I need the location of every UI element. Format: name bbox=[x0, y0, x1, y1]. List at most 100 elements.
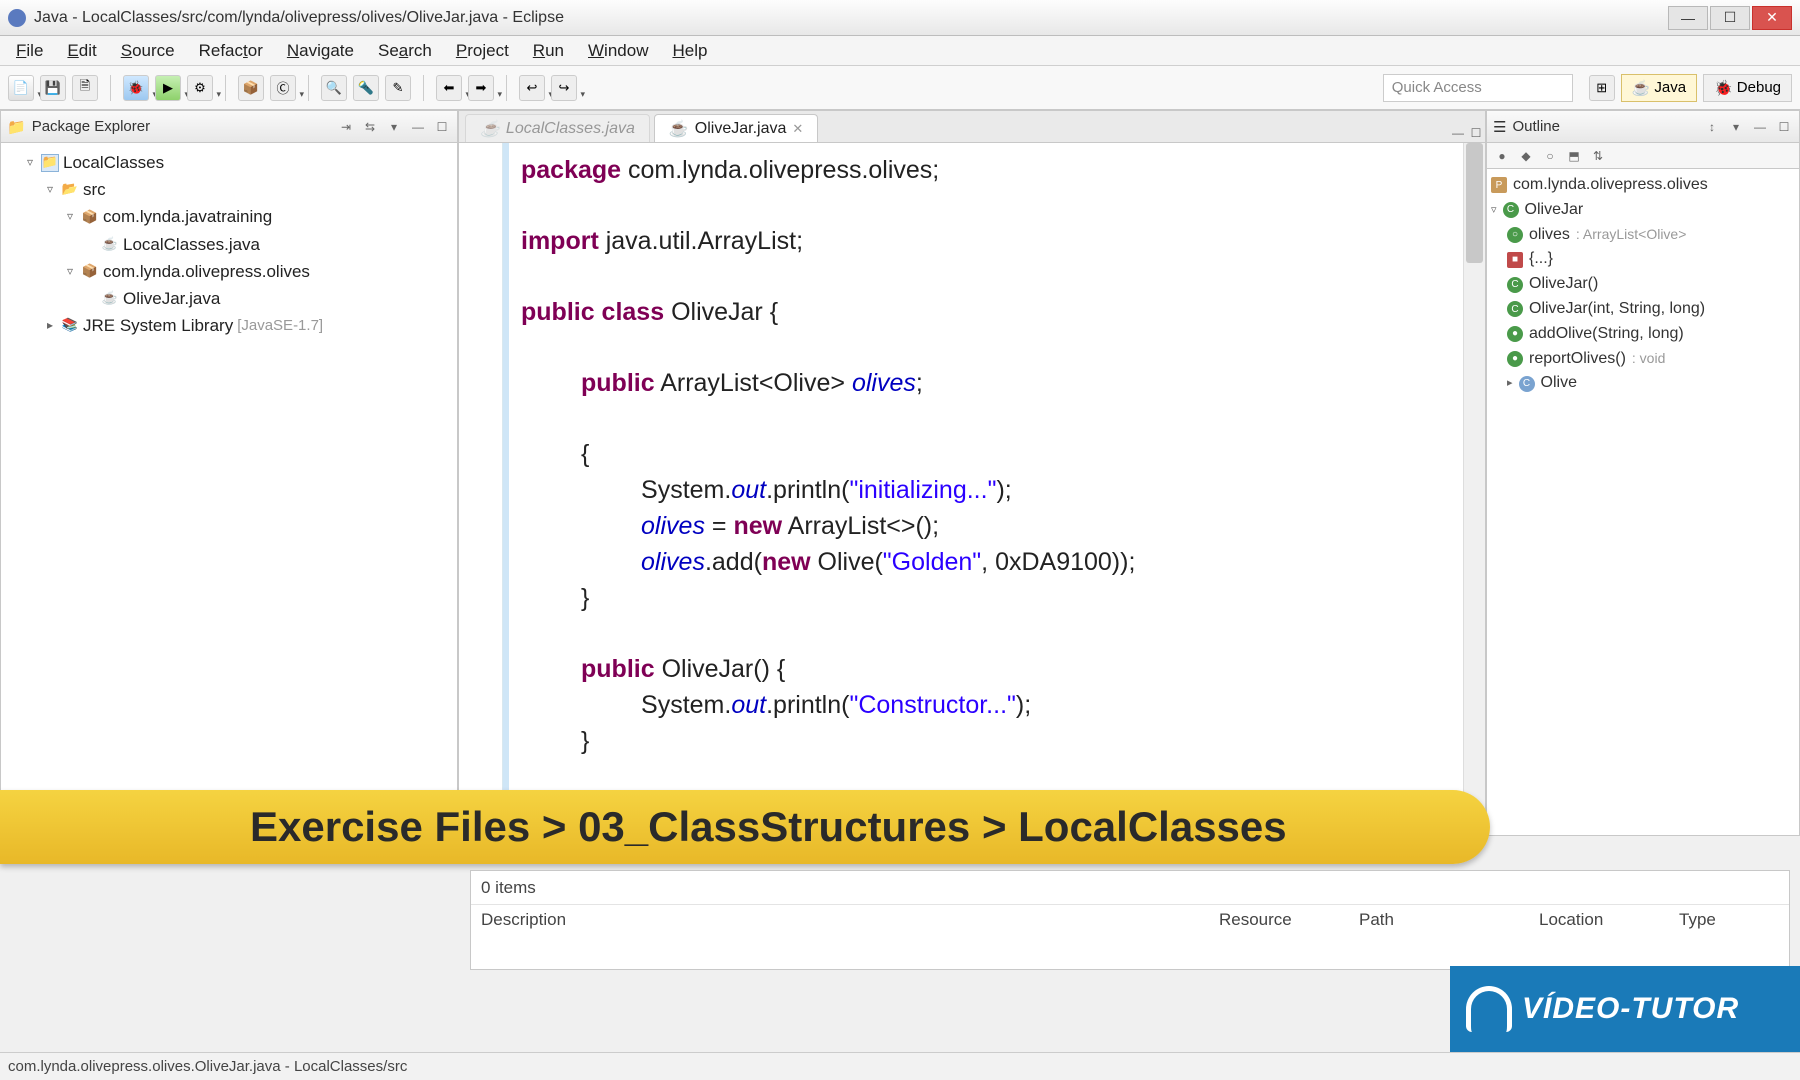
filter-public-icon[interactable]: ○ bbox=[1541, 147, 1559, 165]
filter-local-icon[interactable]: ⬒ bbox=[1565, 147, 1583, 165]
menu-search[interactable]: Search bbox=[368, 37, 442, 65]
menu-source[interactable]: Source bbox=[111, 37, 185, 65]
filter-fields-icon[interactable]: ● bbox=[1493, 147, 1511, 165]
next-annotation-button[interactable]: ↪ bbox=[551, 75, 577, 101]
change-marker bbox=[503, 143, 509, 835]
outline-package[interactable]: Pcom.lynda.olivepress.olives bbox=[1491, 173, 1795, 198]
status-text: com.lynda.olivepress.olives.OliveJar.jav… bbox=[8, 1058, 407, 1075]
package-tree: ▿📁LocalClasses ▿📂src ▿📦com.lynda.javatra… bbox=[1, 143, 457, 835]
col-description[interactable]: Description bbox=[471, 910, 1209, 930]
run-button[interactable]: ▶ bbox=[155, 75, 181, 101]
nav-back-button[interactable]: ⬅ bbox=[436, 75, 462, 101]
minimize-view-icon[interactable]: — bbox=[409, 118, 427, 136]
package-node-2[interactable]: ▿📦com.lynda.olivepress.olives bbox=[5, 258, 453, 285]
editor-tabs: ☕ LocalClasses.java ☕ OliveJar.java ✕ — … bbox=[459, 111, 1485, 143]
open-type-button[interactable]: 🔍 bbox=[321, 75, 347, 101]
maximize-button[interactable]: ☐ bbox=[1710, 6, 1750, 30]
col-resource[interactable]: Resource bbox=[1209, 910, 1349, 930]
lock-icon bbox=[1466, 986, 1512, 1032]
package-node-1[interactable]: ▿📦com.lynda.javatraining bbox=[5, 203, 453, 230]
collapse-all-icon[interactable]: ⇥ bbox=[337, 118, 355, 136]
search-button[interactable]: 🔦 bbox=[353, 75, 379, 101]
package-explorer-title: Package Explorer bbox=[32, 118, 150, 135]
menu-file[interactable]: FFileile bbox=[6, 37, 53, 65]
menu-window[interactable]: Window bbox=[578, 37, 658, 65]
view-menu-icon[interactable]: ▾ bbox=[385, 118, 403, 136]
toggle-mark-button[interactable]: ✎ bbox=[385, 75, 411, 101]
video-watermark: VÍDEO-TUTOR bbox=[1450, 966, 1800, 1052]
outline-constructor-1[interactable]: COliveJar() bbox=[1491, 272, 1795, 297]
outline-method-2[interactable]: ●reportOlives(): void bbox=[1491, 347, 1795, 372]
window-titlebar: Java - LocalClasses/src/com/lynda/olivep… bbox=[0, 0, 1800, 36]
outline-menu-icon[interactable]: ▾ bbox=[1727, 118, 1745, 136]
outline-class[interactable]: ▿COliveJar bbox=[1491, 198, 1795, 223]
problems-columns: Description Resource Path Location Type bbox=[471, 905, 1789, 935]
outline-sort-icon[interactable]: ↕ bbox=[1703, 118, 1721, 136]
close-tab-icon[interactable]: ✕ bbox=[792, 121, 803, 137]
problems-panel: 0 items Description Resource Path Locati… bbox=[470, 870, 1790, 970]
editor-minimize-icon[interactable]: — bbox=[1449, 124, 1467, 142]
nav-forward-button[interactable]: ➡ bbox=[468, 75, 494, 101]
window-title: Java - LocalClasses/src/com/lynda/olivep… bbox=[34, 9, 564, 27]
perspective-java[interactable]: ☕ Java bbox=[1621, 74, 1697, 102]
new-class-button[interactable]: Ⓒ bbox=[270, 75, 296, 101]
last-edit-button[interactable]: ↩ bbox=[519, 75, 545, 101]
external-tools-button[interactable]: ⚙ bbox=[187, 75, 213, 101]
minimize-button[interactable]: — bbox=[1668, 6, 1708, 30]
status-bar: com.lynda.olivepress.olives.OliveJar.jav… bbox=[0, 1052, 1800, 1080]
menu-edit[interactable]: Edit bbox=[57, 37, 106, 65]
code-editor[interactable]: package com.lynda.olivepress.olives; imp… bbox=[459, 143, 1485, 835]
project-node[interactable]: ▿📁LocalClasses bbox=[5, 149, 453, 176]
java-file-node-2[interactable]: ☕OliveJar.java bbox=[5, 285, 453, 312]
outline-constructor-2[interactable]: COliveJar(int, String, long) bbox=[1491, 297, 1795, 322]
perspective-debug[interactable]: 🐞 Debug bbox=[1703, 74, 1792, 102]
banner-text: Exercise Files > 03_ClassStructures > Lo… bbox=[250, 803, 1287, 851]
problems-count: 0 items bbox=[471, 871, 1789, 905]
outline-panel: ☰ Outline ↕ ▾ — ☐ ● ◆ ○ ⬒ ⇅ Pcom.lynda.o… bbox=[1486, 110, 1800, 836]
open-perspective-button[interactable]: ⊞ bbox=[1589, 75, 1615, 101]
package-explorer-panel: 📁 Package Explorer ⇥ ⇆ ▾ — ☐ ▿📁LocalClas… bbox=[0, 110, 458, 836]
col-location[interactable]: Location bbox=[1529, 910, 1669, 930]
src-folder-node[interactable]: ▿📂src bbox=[5, 176, 453, 203]
tutorial-banner: Exercise Files > 03_ClassStructures > Lo… bbox=[0, 790, 1800, 864]
editor-scrollbar[interactable] bbox=[1463, 143, 1485, 835]
eclipse-icon bbox=[8, 9, 26, 27]
filter-sort-icon[interactable]: ⇅ bbox=[1589, 147, 1607, 165]
quick-access-input[interactable]: Quick Access bbox=[1383, 74, 1573, 102]
outline-field[interactable]: ○olives: ArrayList<Olive> bbox=[1491, 223, 1795, 248]
link-editor-icon[interactable]: ⇆ bbox=[361, 118, 379, 136]
main-toolbar: 📄 💾 🗎 🐞 ▶ ⚙ 📦 Ⓒ 🔍 🔦 ✎ ⬅ ➡ ↩ ↪ Quick Acce… bbox=[0, 66, 1800, 110]
outline-nested-class[interactable]: ▸COlive bbox=[1491, 371, 1795, 396]
jre-library-node[interactable]: ▸📚JRE System Library [JavaSE-1.7] bbox=[5, 312, 453, 339]
save-button[interactable]: 💾 bbox=[40, 75, 66, 101]
menu-navigate[interactable]: Navigate bbox=[277, 37, 364, 65]
col-path[interactable]: Path bbox=[1349, 910, 1529, 930]
outline-initializer[interactable]: ■{...} bbox=[1491, 247, 1795, 272]
col-type[interactable]: Type bbox=[1669, 910, 1789, 930]
debug-button[interactable]: 🐞 bbox=[123, 75, 149, 101]
outline-max-icon[interactable]: ☐ bbox=[1775, 118, 1793, 136]
editor-tab-inactive[interactable]: ☕ LocalClasses.java bbox=[465, 114, 650, 142]
code-content[interactable]: package com.lynda.olivepress.olives; imp… bbox=[503, 143, 1463, 835]
outline-title: Outline bbox=[1512, 118, 1560, 135]
outline-tree: Pcom.lynda.olivepress.olives ▿COliveJar … bbox=[1487, 169, 1799, 835]
menu-refactor[interactable]: Refactor bbox=[189, 37, 273, 65]
outline-min-icon[interactable]: — bbox=[1751, 118, 1769, 136]
watermark-text: VÍDEO-TUTOR bbox=[1522, 992, 1739, 1026]
new-package-button[interactable]: 📦 bbox=[238, 75, 264, 101]
new-button[interactable]: 📄 bbox=[8, 75, 34, 101]
editor-gutter bbox=[459, 143, 503, 835]
menu-run[interactable]: Run bbox=[523, 37, 574, 65]
folder-icon: 📁 bbox=[7, 118, 26, 136]
menu-project[interactable]: Project bbox=[446, 37, 519, 65]
maximize-view-icon[interactable]: ☐ bbox=[433, 118, 451, 136]
java-file-node-1[interactable]: ☕LocalClasses.java bbox=[5, 231, 453, 258]
menu-help[interactable]: Help bbox=[662, 37, 717, 65]
filter-static-icon[interactable]: ◆ bbox=[1517, 147, 1535, 165]
menubar: FFileile Edit Source Refactor Navigate S… bbox=[0, 36, 1800, 66]
editor-maximize-icon[interactable]: ☐ bbox=[1467, 124, 1485, 142]
editor-tab-active[interactable]: ☕ OliveJar.java ✕ bbox=[654, 114, 818, 142]
save-all-button[interactable]: 🗎 bbox=[72, 75, 98, 101]
outline-method-1[interactable]: ●addOlive(String, long) bbox=[1491, 322, 1795, 347]
close-button[interactable]: ✕ bbox=[1752, 6, 1792, 30]
